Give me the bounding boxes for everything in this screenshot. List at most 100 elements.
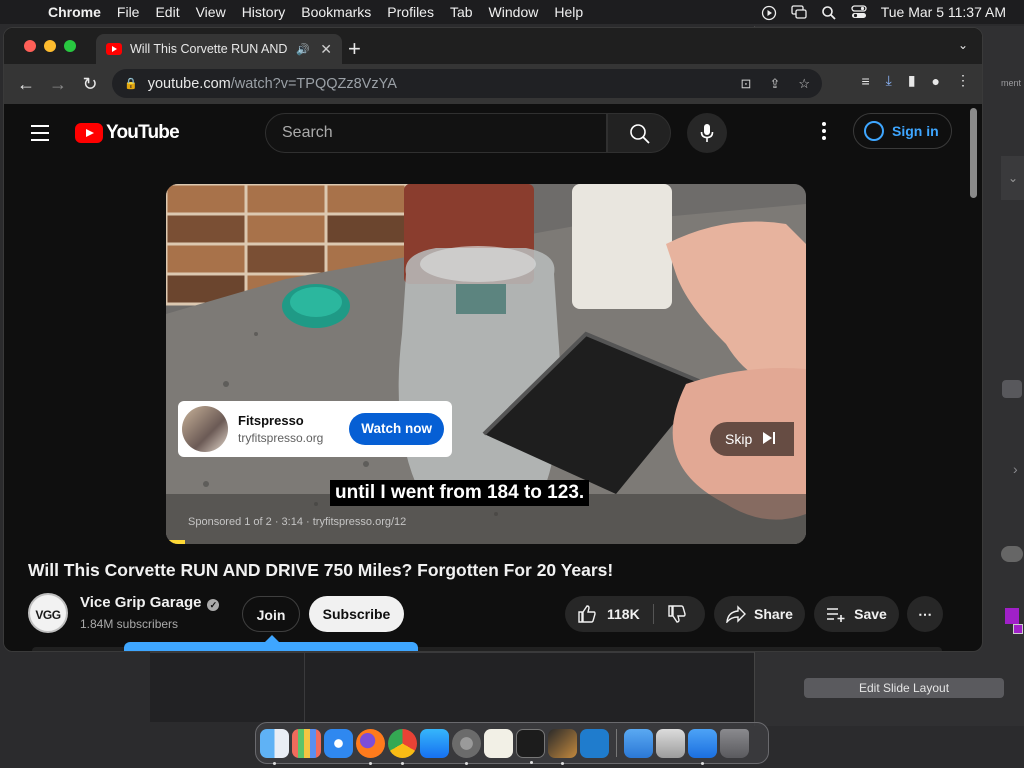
zoom-window-button[interactable] xyxy=(64,40,76,52)
search-input[interactable]: Search xyxy=(265,113,607,153)
guide-menu-icon[interactable] xyxy=(31,125,49,146)
safari-icon[interactable] xyxy=(324,728,353,758)
media-play-icon[interactable] xyxy=(761,5,777,21)
channel-avatar[interactable]: VGG xyxy=(28,593,68,633)
keynote-icon[interactable] xyxy=(688,728,717,765)
share-page-icon[interactable]: ⇪ xyxy=(769,76,780,92)
weather-folder-icon[interactable] xyxy=(624,728,653,758)
close-tab-icon[interactable]: ✕ xyxy=(320,41,332,58)
media-controls-icon[interactable]: ≡ xyxy=(861,73,869,89)
ad-card[interactable]: Fitspresso tryfitspresso.org Watch now xyxy=(178,401,452,457)
tab-strip: Will This Corvette RUN AND 🔊 ✕ + ⌄ xyxy=(4,28,982,64)
menu-profiles[interactable]: Profiles xyxy=(379,4,442,20)
share-button[interactable]: Share xyxy=(714,596,805,632)
voice-search-button[interactable] xyxy=(687,113,727,153)
tab-search-chevron-icon[interactable]: ⌄ xyxy=(958,38,968,52)
trash-icon[interactable] xyxy=(720,728,749,758)
preview-icon[interactable] xyxy=(656,728,685,758)
color-swatch[interactable] xyxy=(1005,608,1019,624)
search-icon xyxy=(630,124,650,144)
youtube-favicon-icon xyxy=(106,43,122,55)
pane-divider xyxy=(304,653,305,723)
menu-history[interactable]: History xyxy=(234,4,294,20)
like-divider xyxy=(653,604,654,624)
inspector-toggle[interactable] xyxy=(1001,546,1023,562)
chevron-down-icon[interactable]: ⌄ xyxy=(1001,156,1024,200)
lock-icon[interactable]: 🔒 xyxy=(124,77,138,90)
firefox-icon[interactable] xyxy=(356,728,385,765)
menu-window[interactable]: Window xyxy=(481,4,547,20)
forward-arrow-icon[interactable]: → xyxy=(42,74,74,95)
control-center-icon[interactable] xyxy=(851,5,867,19)
chrome-menu-icon[interactable]: ⋮ xyxy=(956,72,970,89)
install-app-icon[interactable]: ⊡ xyxy=(741,76,752,92)
youtube-logo-text: YouTube xyxy=(106,122,180,143)
finder-icon[interactable] xyxy=(260,728,289,765)
color-swatch-small[interactable] xyxy=(1013,624,1023,634)
menu-app-name[interactable]: Chrome xyxy=(40,4,109,20)
app-store-icon[interactable] xyxy=(420,728,449,758)
save-button[interactable]: Save xyxy=(814,596,899,632)
side-panel-icon[interactable]: ▮ xyxy=(908,72,916,89)
menu-help[interactable]: Help xyxy=(546,4,591,20)
menu-edit[interactable]: Edit xyxy=(147,4,187,20)
verified-check-icon: ✓ xyxy=(207,599,220,611)
system-settings-icon[interactable] xyxy=(452,728,481,765)
ad-progress-bar xyxy=(166,540,186,544)
vscode-icon[interactable] xyxy=(580,728,609,758)
address-bar[interactable]: 🔒 youtube.com/watch?v=TPQQZz8VzYA ⊡ ⇪ ☆ xyxy=(112,69,822,98)
edit-slide-layout-button[interactable]: Edit Slide Layout xyxy=(804,678,1004,698)
menu-bookmarks[interactable]: Bookmarks xyxy=(293,4,379,20)
save-label: Save xyxy=(854,606,887,622)
screen-mirroring-icon[interactable] xyxy=(791,5,807,19)
menubar-clock[interactable]: Tue Mar 5 11:37 AM xyxy=(881,4,1006,20)
watch-now-button[interactable]: Watch now xyxy=(349,413,444,445)
inspector-field[interactable] xyxy=(1002,380,1022,398)
search-button[interactable] xyxy=(607,113,671,153)
page-scrollbar[interactable] xyxy=(970,108,977,198)
more-actions-button[interactable]: ⋯ xyxy=(907,596,943,632)
macos-dock xyxy=(255,722,769,765)
youtube-logo[interactable]: YouTube xyxy=(75,122,180,144)
chrome-icon[interactable] xyxy=(388,728,417,765)
video-player[interactable]: Fitspresso tryfitspresso.org Watch now S… xyxy=(166,184,806,544)
new-tab-button[interactable]: + xyxy=(348,36,361,62)
tab-active[interactable]: Will This Corvette RUN AND 🔊 ✕ xyxy=(96,34,342,64)
youtube-masthead: YouTube Search Sign in xyxy=(4,104,969,160)
spotlight-search-icon[interactable] xyxy=(821,5,837,20)
keynote-brush-icon[interactable] xyxy=(548,728,577,765)
more-horizontal-icon: ⋯ xyxy=(918,606,932,622)
subscribe-button[interactable]: Subscribe xyxy=(309,596,404,632)
reload-icon[interactable]: ↻ xyxy=(74,74,106,95)
profile-icon[interactable]: ● xyxy=(932,73,940,89)
sign-in-button[interactable]: Sign in xyxy=(853,113,952,149)
channel-name[interactable]: Vice Grip Garage ✓ xyxy=(80,594,220,611)
sign-in-label: Sign in xyxy=(892,123,939,139)
chevron-right-icon[interactable]: › xyxy=(1013,461,1018,477)
tab-audio-icon[interactable]: 🔊 xyxy=(296,43,310,56)
menu-tab[interactable]: Tab xyxy=(442,4,481,20)
macos-menu-bar: Chrome File Edit View History Bookmarks … xyxy=(0,0,1024,24)
downloads-icon[interactable]: ⤓ xyxy=(886,72,892,89)
video-title: Will This Corvette RUN AND DRIVE 750 Mil… xyxy=(28,560,614,580)
video-caption: until I went from 184 to 123. xyxy=(330,480,590,506)
background-lower-pane xyxy=(150,652,754,723)
launchpad-icon[interactable] xyxy=(292,728,321,758)
bookmark-star-icon[interactable]: ☆ xyxy=(798,76,810,92)
textedit-icon[interactable] xyxy=(484,728,513,758)
menu-file[interactable]: File xyxy=(109,4,148,20)
inspector-text-fragment: ment xyxy=(1001,78,1022,88)
thumbs-up-icon[interactable] xyxy=(577,604,597,624)
minimize-window-button[interactable] xyxy=(44,40,56,52)
join-button[interactable]: Join xyxy=(242,596,300,632)
terminal-icon[interactable] xyxy=(516,728,545,764)
like-dislike-group: 118K xyxy=(565,596,705,632)
chrome-window: Will This Corvette RUN AND 🔊 ✕ + ⌄ ← → ↻… xyxy=(3,27,983,652)
like-count[interactable]: 118K xyxy=(607,606,640,622)
thumbs-down-icon[interactable] xyxy=(667,604,687,624)
skip-ad-button[interactable]: Skip xyxy=(710,422,794,456)
menu-view[interactable]: View xyxy=(188,4,234,20)
settings-more-icon[interactable] xyxy=(822,122,826,143)
close-window-button[interactable] xyxy=(24,40,36,52)
back-arrow-icon[interactable]: ← xyxy=(10,74,42,95)
